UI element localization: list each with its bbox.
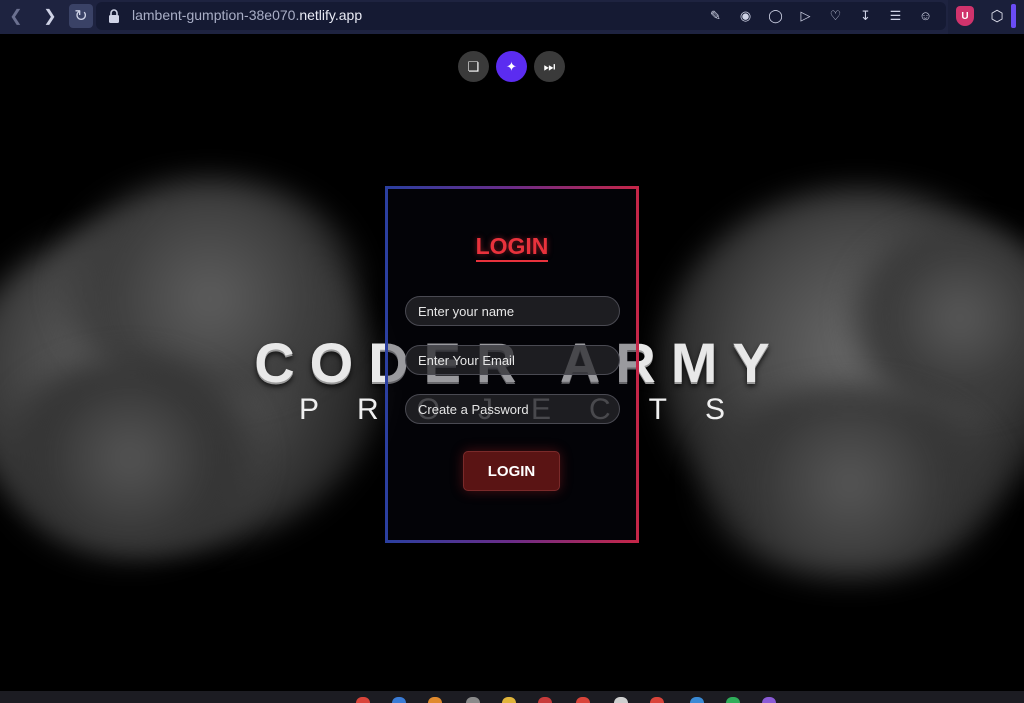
sidebar-accent — [1011, 4, 1016, 28]
login-card: LOGIN LOGIN — [385, 186, 639, 543]
taskbar-app-icon[interactable] — [650, 697, 664, 703]
taskbar-app-icon[interactable] — [614, 697, 628, 703]
chevron-left-icon: ❮ — [9, 8, 23, 25]
copy-button[interactable]: ❏ — [458, 51, 489, 82]
reload-button[interactable]: ↻ — [69, 4, 93, 28]
url-prefix: lambent-gumption-38e070. — [132, 7, 300, 23]
ublock-shield-icon[interactable]: U — [956, 6, 974, 26]
sparkle-icon: ✦ — [506, 58, 517, 74]
url-text: lambent-gumption-38e070.netlify.app — [132, 7, 362, 23]
lock-icon — [109, 9, 119, 23]
extensions-area: U ⬡ — [948, 0, 1024, 34]
skip-icon: ⏭ — [543, 58, 556, 74]
name-input[interactable] — [405, 296, 620, 326]
chevron-right-icon: ❯ — [43, 8, 57, 25]
play-icon[interactable]: ▷ — [797, 7, 814, 24]
reload-icon: ↻ — [74, 8, 88, 25]
password-input[interactable] — [405, 394, 620, 424]
page-viewport: CODER ARMY PROJECTS ❏ ✦ ⏭ LOGIN LOGIN — [0, 38, 1024, 691]
taskbar-app-icon[interactable] — [502, 697, 516, 703]
login-title: LOGIN — [388, 233, 636, 262]
back-button[interactable]: ❮ — [4, 4, 28, 28]
taskbar-app-icon[interactable] — [762, 697, 776, 703]
forward-button[interactable]: ❯ — [38, 4, 62, 28]
taskbar-app-icon[interactable] — [428, 697, 442, 703]
address-bar-icons: ✎ ◉ ◯ ▷ ♡ ↧ ☰ ☺ — [707, 7, 934, 24]
taskbar-app-icon[interactable] — [726, 697, 740, 703]
os-taskbar — [0, 691, 1024, 703]
heart-icon[interactable]: ♡ — [827, 7, 844, 24]
menu-icon[interactable]: ☰ — [887, 7, 904, 24]
login-title-text: LOGIN — [475, 233, 549, 262]
skip-button[interactable]: ⏭ — [534, 51, 565, 82]
email-input[interactable] — [405, 345, 620, 375]
login-button[interactable]: LOGIN — [463, 451, 560, 491]
taskbar-app-icon[interactable] — [356, 697, 370, 703]
taskbar-app-icon[interactable] — [690, 697, 704, 703]
url-domain: netlify.app — [299, 7, 363, 23]
browser-toolbar: ❮ ❯ ↻ lambent-gumption-38e070.netlify.ap… — [0, 0, 1024, 34]
profile-icon[interactable]: ☺ — [917, 7, 934, 24]
magic-button[interactable]: ✦ — [496, 51, 527, 82]
taskbar-app-icon[interactable] — [466, 697, 480, 703]
shield-icon[interactable]: ◯ — [767, 7, 784, 24]
download-icon[interactable]: ↧ — [857, 7, 874, 24]
taskbar-app-icon[interactable] — [538, 697, 552, 703]
extensions-cube-icon[interactable]: ⬡ — [988, 7, 1006, 25]
floating-action-buttons: ❏ ✦ ⏭ — [458, 51, 565, 82]
address-bar[interactable]: lambent-gumption-38e070.netlify.app ✎ ◉ … — [96, 2, 946, 30]
taskbar-app-icon[interactable] — [392, 697, 406, 703]
camera-icon[interactable]: ◉ — [737, 7, 754, 24]
taskbar-app-icon[interactable] — [576, 697, 590, 703]
edit-icon[interactable]: ✎ — [707, 7, 724, 24]
copy-icon: ❏ — [467, 58, 480, 74]
extension-shield-label: U — [961, 10, 969, 22]
